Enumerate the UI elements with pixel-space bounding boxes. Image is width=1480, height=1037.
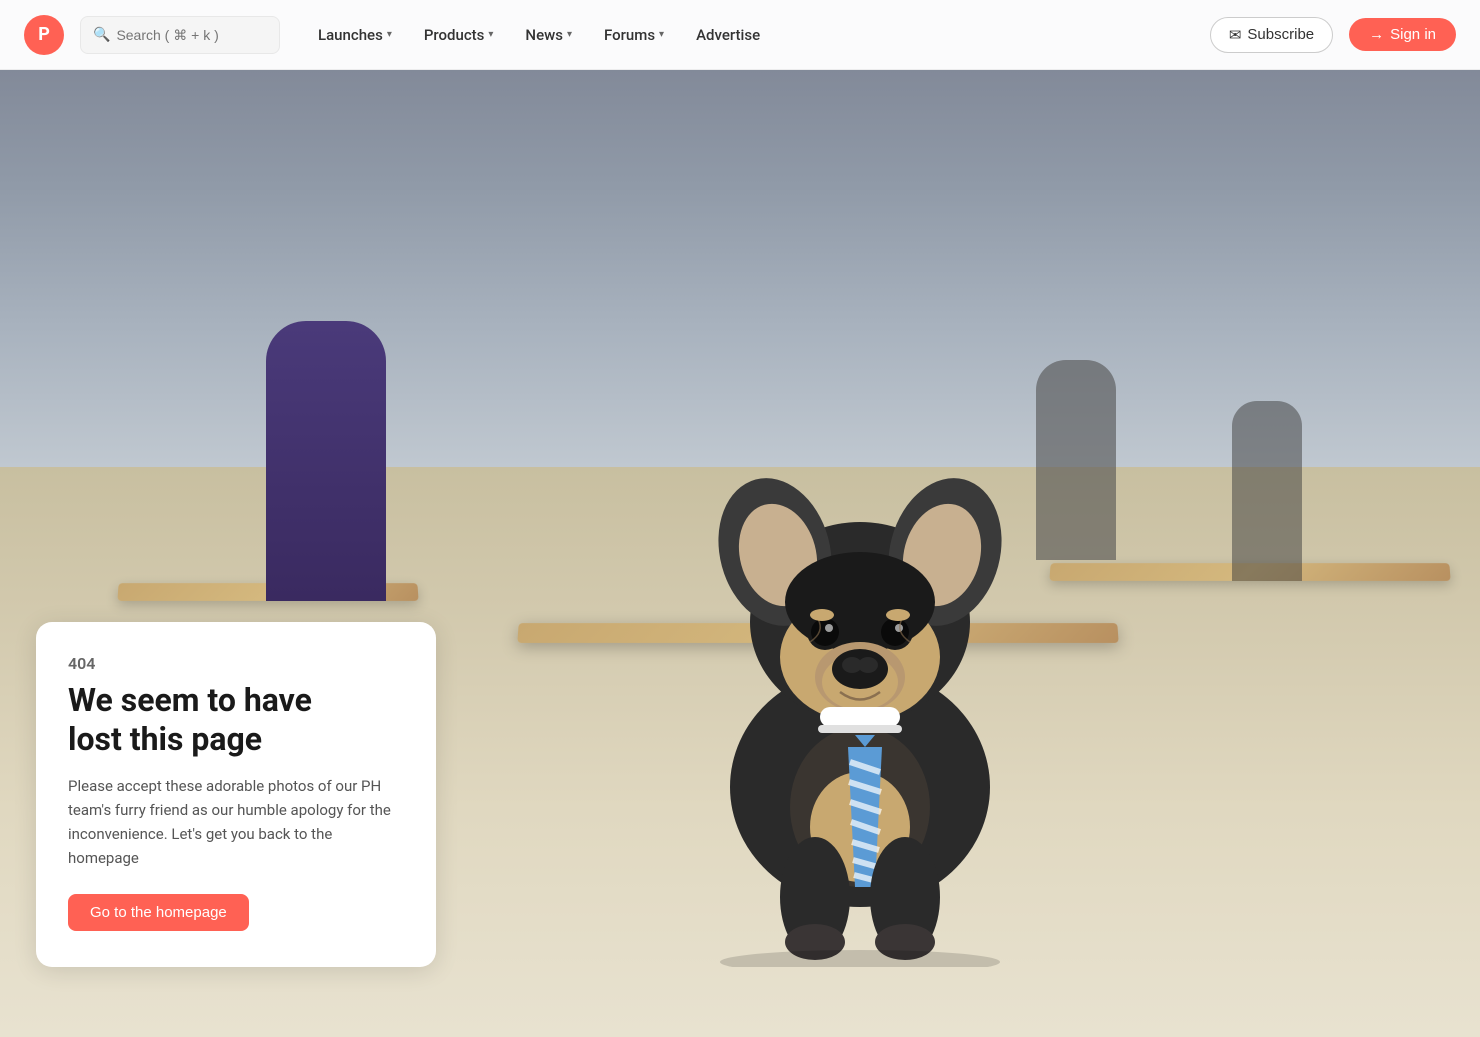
nav-links: Launches ▾ Products ▾ News ▾ Forums ▾ Ad…: [304, 18, 774, 52]
nav-item-products[interactable]: Products ▾: [410, 18, 508, 52]
forums-chevron-icon: ▾: [659, 29, 664, 40]
go-to-homepage-button[interactable]: Go to the homepage: [68, 894, 249, 931]
error-title-line1: We seem to have: [68, 681, 312, 719]
launches-chevron-icon: ▾: [387, 29, 392, 40]
search-bar[interactable]: 🔍: [80, 16, 280, 54]
nav-item-news[interactable]: News ▾: [511, 18, 586, 52]
nav-news-label: News: [525, 26, 563, 44]
logo-button[interactable]: P: [24, 15, 64, 55]
nav-item-launches[interactable]: Launches ▾: [304, 18, 406, 52]
search-icon: 🔍: [93, 27, 110, 43]
error-card: 404 We seem to have lost this page Pleas…: [36, 622, 436, 967]
person-silhouette-3: [1232, 401, 1302, 581]
subscribe-label: Subscribe: [1247, 26, 1314, 43]
subscribe-icon: ✉: [1229, 26, 1242, 44]
nav-launches-label: Launches: [318, 26, 383, 44]
products-chevron-icon: ▾: [488, 29, 493, 40]
logo-letter: P: [38, 24, 50, 45]
nav-item-advertise[interactable]: Advertise: [682, 18, 774, 52]
signin-label: Sign in: [1390, 26, 1436, 43]
person-silhouette-1: [266, 321, 386, 601]
nav-products-label: Products: [424, 26, 485, 44]
error-title: We seem to have lost this page: [68, 681, 404, 758]
nav-forums-label: Forums: [604, 26, 655, 44]
subscribe-button[interactable]: ✉ Subscribe: [1210, 17, 1333, 53]
error-code: 404: [68, 654, 404, 673]
error-description: Please accept these adorable photos of o…: [68, 774, 404, 870]
navbar: P 🔍 Launches ▾ Products ▾ News ▾ Forums …: [0, 0, 1480, 70]
news-chevron-icon: ▾: [567, 29, 572, 40]
search-input[interactable]: [116, 27, 267, 43]
nav-item-forums[interactable]: Forums ▾: [590, 18, 678, 52]
signin-icon: →: [1369, 26, 1384, 43]
error-title-line2: lost this page: [68, 720, 262, 758]
dog-image: [660, 267, 1060, 967]
nav-advertise-label: Advertise: [696, 26, 760, 44]
signin-button[interactable]: → Sign in: [1349, 18, 1456, 51]
